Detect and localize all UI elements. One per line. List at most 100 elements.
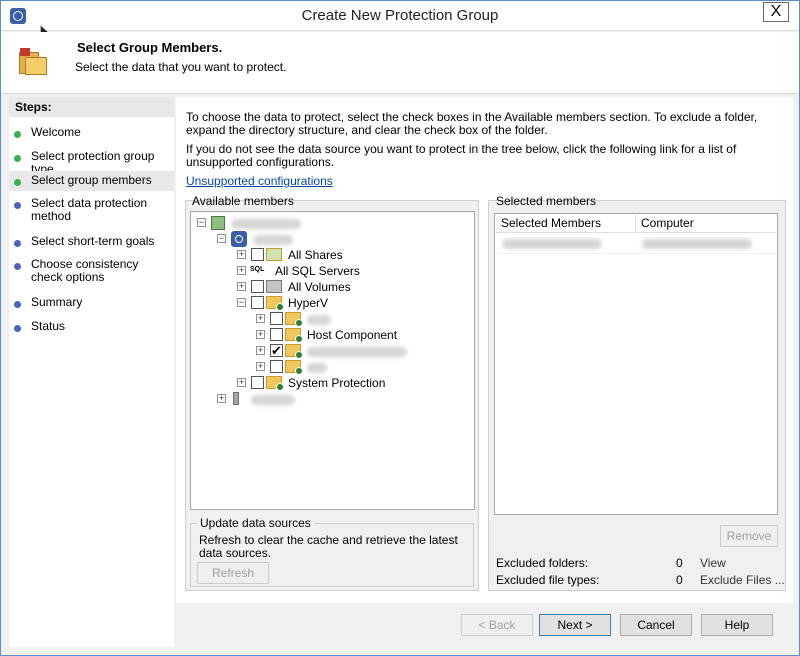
tree-item-label: All Shares: [288, 248, 343, 262]
remove-button[interactable]: Remove: [720, 525, 778, 547]
excluded-folders-label: Excluded folders:: [496, 556, 589, 570]
redacted-node-name: [253, 235, 293, 245]
step-pending-icon: [14, 325, 21, 332]
collapse-icon[interactable]: −: [217, 234, 226, 243]
table-row[interactable]: [496, 234, 776, 254]
step-label: Status: [31, 319, 66, 333]
selected-members-list[interactable]: Selected Members Computer: [494, 213, 778, 515]
intro-text: To choose the data to protect, select th…: [186, 110, 758, 137]
title-bar: Create New Protection Group X: [1, 1, 799, 31]
steps-heading: Steps:: [9, 97, 174, 117]
excluded-file-types-count: 0: [676, 573, 683, 587]
back-button[interactable]: < Back: [461, 614, 533, 636]
step-done-icon: [14, 131, 21, 138]
expand-icon[interactable]: +: [256, 362, 265, 371]
column-header-computer[interactable]: Computer: [636, 215, 776, 233]
tree-root-server[interactable]: −: [197, 215, 457, 231]
expand-icon[interactable]: +: [256, 330, 265, 339]
tree-item-host-component[interactable]: + Host Component: [256, 327, 456, 343]
step-pending-icon: [14, 202, 21, 209]
step-status[interactable]: Status: [9, 320, 174, 336]
volume-icon: [266, 280, 282, 293]
excluded-file-types-label: Excluded file types:: [496, 573, 600, 587]
checkbox-checked[interactable]: ✔: [270, 344, 283, 357]
tree-item-vm-3[interactable]: +: [256, 359, 456, 375]
refresh-button[interactable]: Refresh: [197, 562, 269, 584]
checkbox[interactable]: [270, 312, 283, 325]
close-button[interactable]: X: [763, 2, 789, 22]
step-label: Select short-term goals: [31, 234, 155, 248]
expand-icon[interactable]: +: [256, 346, 265, 355]
checkbox[interactable]: [251, 280, 264, 293]
tree-item-label: System Protection: [288, 376, 386, 390]
server-icon: [233, 392, 239, 405]
expand-icon[interactable]: +: [237, 266, 246, 275]
step-short-term-goals[interactable]: Select short-term goals: [9, 235, 174, 251]
step-pending-icon: [14, 240, 21, 247]
page-subtitle: Select the data that you want to protect…: [75, 60, 287, 74]
checkbox[interactable]: [251, 248, 264, 261]
host-component-icon: [285, 328, 303, 343]
tree-item-hyperv[interactable]: − HyperV: [237, 295, 437, 311]
step-label: Select data protection method: [31, 196, 148, 223]
checkbox[interactable]: [251, 376, 264, 389]
tree-item-server-2[interactable]: +: [217, 391, 417, 407]
checkbox[interactable]: [251, 296, 264, 309]
exclude-files-link[interactable]: Exclude Files ...: [700, 573, 785, 587]
cancel-button[interactable]: Cancel: [620, 614, 692, 636]
redacted-vm-name: [307, 347, 407, 357]
list-header: Selected Members Computer: [496, 215, 776, 233]
help-button[interactable]: Help: [701, 614, 773, 636]
step-label: Choose consistency check options: [31, 257, 139, 284]
shares-icon: [266, 248, 282, 261]
collapse-icon[interactable]: −: [237, 298, 246, 307]
tree-item-label: All Volumes: [288, 280, 351, 294]
expand-icon[interactable]: +: [256, 314, 265, 323]
wizard-window: Create New Protection Group X Select Gro…: [0, 0, 800, 656]
tree-node-dpm[interactable]: −: [217, 231, 457, 247]
step-welcome[interactable]: Welcome: [9, 126, 174, 142]
available-members-tree[interactable]: − − + All Shares + SQL All SQL Servers +…: [190, 211, 475, 510]
tree-item-all-sql[interactable]: + SQL All SQL Servers: [237, 263, 437, 279]
expand-icon[interactable]: +: [217, 394, 226, 403]
column-header-selected-members[interactable]: Selected Members: [496, 215, 636, 233]
redacted-vm-name: [307, 363, 327, 373]
tree-item-label: HyperV: [288, 296, 329, 310]
tree-item-label: Host Component: [307, 328, 398, 342]
intro-text-2: If you do not see the data source you wa…: [186, 142, 737, 169]
next-button[interactable]: Next >: [539, 614, 611, 636]
step-done-icon: [14, 155, 21, 162]
main-content: To choose the data to protect, select th…: [176, 97, 793, 603]
expand-icon[interactable]: +: [237, 250, 246, 259]
dpm-node-icon: [231, 231, 247, 247]
step-select-members[interactable]: Select group members: [9, 171, 174, 191]
vm-folder-icon: [285, 360, 303, 375]
expand-icon[interactable]: +: [237, 282, 246, 291]
tree-item-all-volumes[interactable]: + All Volumes: [237, 279, 437, 295]
unsupported-configurations-link[interactable]: Unsupported configurations: [186, 174, 333, 188]
update-description: Refresh to clear the cache and retrieve …: [199, 533, 458, 560]
tree-item-all-shares[interactable]: + All Shares: [237, 247, 437, 263]
step-select-type[interactable]: Select protection group type: [9, 150, 174, 176]
step-summary[interactable]: Summary: [9, 296, 174, 312]
checkbox[interactable]: [270, 360, 283, 373]
redacted-vm-name: [307, 315, 331, 325]
collapse-icon[interactable]: −: [197, 218, 206, 227]
selected-members-label: Selected members: [496, 194, 597, 208]
server-group-icon: [211, 216, 225, 230]
vm-folder-icon: [285, 344, 303, 359]
tree-item-vm-1[interactable]: +: [256, 311, 456, 327]
tree-item-system-protection[interactable]: + System Protection: [237, 375, 437, 391]
system-protection-icon: [266, 376, 284, 391]
step-current-icon: [14, 179, 21, 186]
step-protection-method[interactable]: Select data protection method: [9, 197, 174, 225]
expand-icon[interactable]: +: [237, 378, 246, 387]
step-label: Select group members: [31, 173, 152, 187]
excluded-folders-count: 0: [676, 556, 683, 570]
step-label: Summary: [31, 295, 83, 309]
checkbox[interactable]: [270, 328, 283, 341]
step-consistency-check[interactable]: Choose consistency check options: [9, 258, 174, 286]
redacted-server-name: [251, 395, 295, 405]
tree-item-vm-selected[interactable]: + ✔: [256, 343, 466, 359]
view-excluded-link[interactable]: View: [700, 556, 726, 570]
